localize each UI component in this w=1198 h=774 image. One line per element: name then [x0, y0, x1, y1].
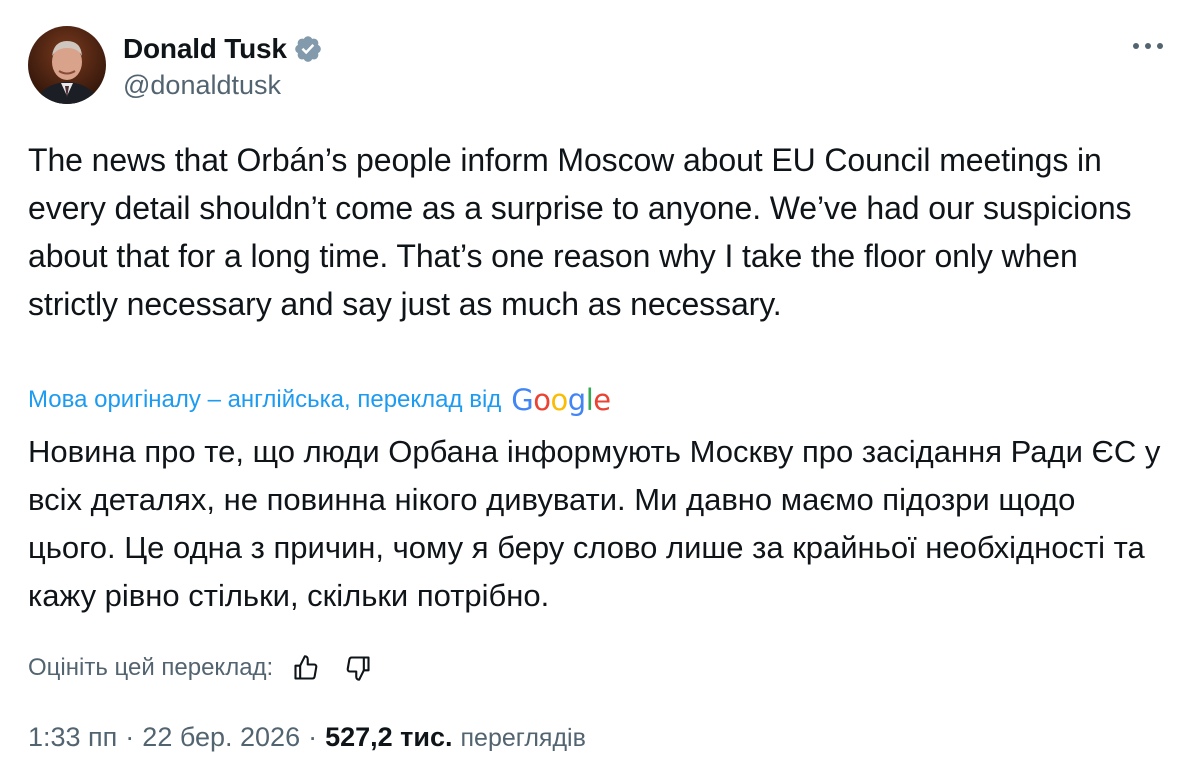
translated-text: Новина про те, що люди Орбана інформують… — [28, 434, 1161, 613]
author-handle[interactable]: @donaldtusk — [123, 70, 323, 101]
views-label: переглядів — [460, 724, 586, 752]
translation-attribution: Мова оригіналу – англійська, переклад ві… — [28, 380, 611, 420]
thumbs-down-icon[interactable] — [339, 649, 377, 687]
rate-translation-label: Оцініть цей переклад: — [28, 654, 274, 681]
thumbs-up-icon[interactable] — [287, 649, 325, 687]
tweet-date[interactable]: 22 бер. 2026 — [142, 722, 300, 753]
google-logo: Google — [511, 383, 611, 417]
meta-separator: · — [308, 722, 318, 752]
tweet-card: Donald Tusk @donaldtusk The news that Or… — [0, 0, 1198, 774]
verified-badge-icon[interactable] — [293, 34, 323, 64]
tweet-time[interactable]: 1:33 пп — [28, 722, 117, 753]
tweet-meta: 1:33 пп · 22 бер. 2026 · 527,2 тис. пере… — [28, 722, 586, 753]
meta-separator: · — [125, 722, 135, 752]
avatar[interactable] — [28, 26, 106, 104]
tweet-header: Donald Tusk @donaldtusk — [28, 26, 323, 104]
tweet-text: The news that Orbán’s people inform Mosc… — [28, 142, 1132, 322]
translation-label[interactable]: Мова оригіналу – англійська, переклад ві… — [28, 386, 501, 414]
author-names: Donald Tusk @donaldtusk — [123, 30, 323, 101]
display-name[interactable]: Donald Tusk — [123, 33, 287, 65]
views-count: 527,2 тис. — [325, 722, 453, 752]
name-row: Donald Tusk — [123, 30, 323, 68]
rate-translation: Оцініть цей переклад: — [28, 648, 377, 688]
more-options-icon[interactable] — [1128, 28, 1168, 64]
